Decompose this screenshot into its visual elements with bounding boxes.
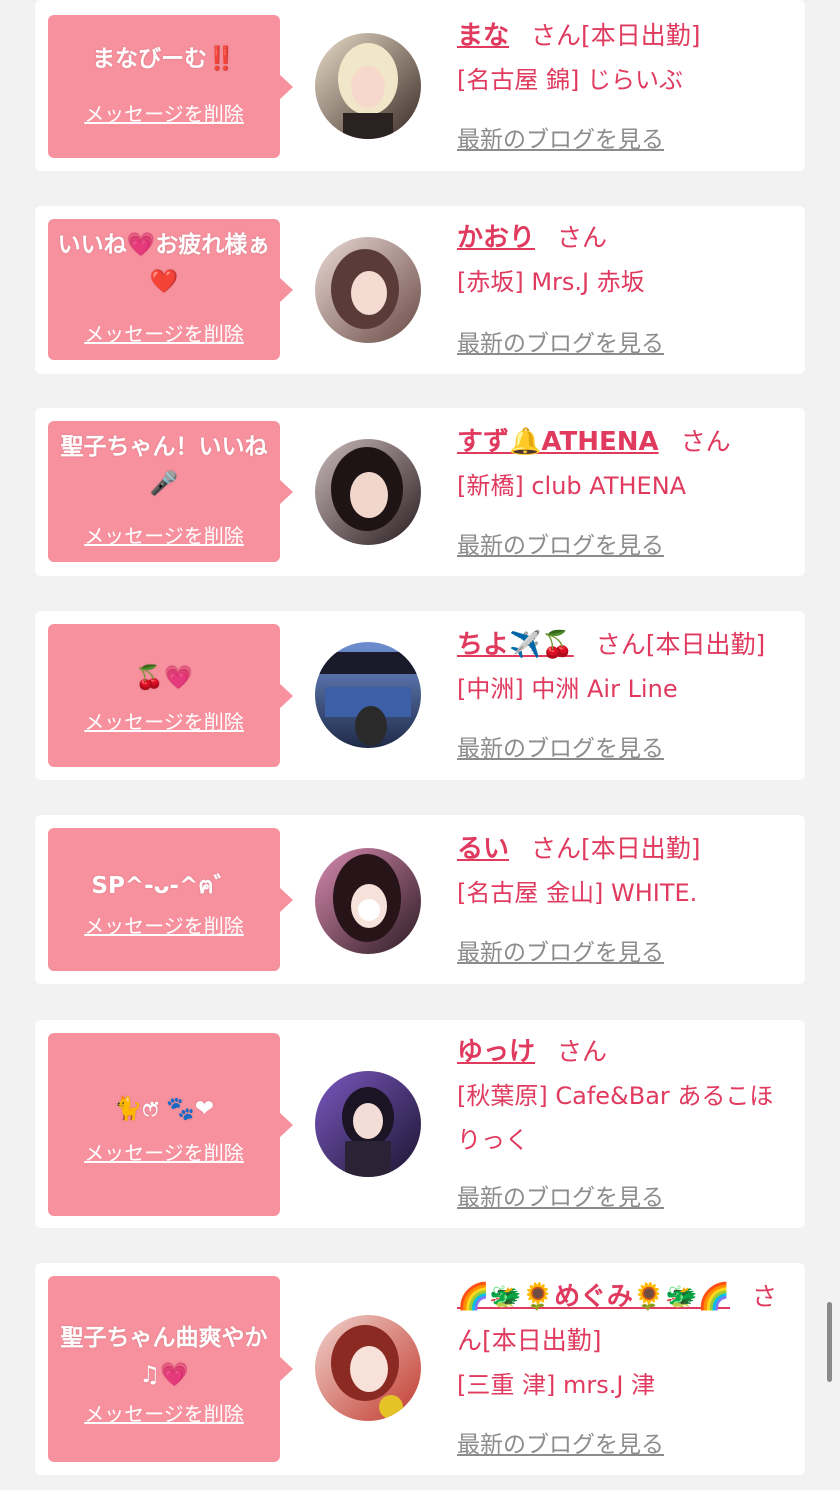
honorific: さん (557, 1037, 608, 1066)
cast-name-link[interactable]: かおり (457, 223, 535, 253)
message-bubble: 🐈ෆ̈ 🐾❤ メッセージを削除 (48, 1033, 293, 1216)
cast-name-link[interactable]: すず🔔ATHENA (457, 427, 659, 457)
status-badge: [本日出勤] (482, 1326, 602, 1355)
latest-blog-link[interactable]: 最新のブログを見る (457, 324, 664, 358)
message-text: まなびーむ‼️ (92, 46, 236, 72)
shop-label: [中洲] 中洲 Air Line (457, 675, 678, 703)
delete-message-link[interactable]: メッセージを削除 (48, 520, 280, 549)
shop-label: [名古屋 錦] じらいぶ (457, 66, 683, 94)
shop-label: [三重 津] mrs.J 津 (457, 1371, 656, 1399)
delete-message-link[interactable]: メッセージを削除 (48, 706, 280, 735)
cast-info: すず🔔ATHENA さん [新橋] club ATHENA 最新のブログを見る (457, 420, 797, 559)
cast-info: ゆっけ さん [秋葉原] Cafe&Bar あるこほりっく 最新のブログを見る (457, 1030, 797, 1211)
shop-label: [赤坂] Mrs.J 赤坂 (457, 268, 645, 296)
shop-label: [名古屋 金山] WHITE. (457, 879, 698, 907)
message-bubble: まなびーむ‼️ メッセージを削除 (48, 15, 293, 158)
message-bubble: 🍒💗 メッセージを削除 (48, 624, 293, 767)
message-bubble: いいね💗お疲れ様ぁ❤️ メッセージを削除 (48, 219, 293, 360)
message-text: 聖子ちゃん曲爽やか♫💗 (60, 1325, 268, 1388)
avatar[interactable] (315, 848, 421, 954)
scrollbar[interactable] (827, 1302, 832, 1382)
honorific: さん (680, 427, 731, 456)
delete-message-link[interactable]: メッセージを削除 (48, 1398, 280, 1427)
shop-label: [秋葉原] Cafe&Bar あるこほりっく (457, 1082, 774, 1154)
list-item: 🍒💗 メッセージを削除 ちよ✈️🍒 さん[本日出勤] [中洲] 中洲 Air Li… (35, 611, 805, 780)
status-badge: [本日出勤] (645, 630, 766, 659)
latest-blog-link[interactable]: 最新のブログを見る (457, 933, 664, 967)
message-bubble: 聖子ちゃん曲爽やか♫💗 メッセージを削除 (48, 1276, 293, 1462)
status-badge: [本日出勤] (581, 834, 701, 863)
cast-info: かおり さん [赤坂] Mrs.J 赤坂 最新のブログを見る (457, 216, 797, 357)
list-item: まなびーむ‼️ メッセージを削除 まな さん[本日出勤] [名古屋 錦] じらいぶ… (35, 0, 805, 171)
avatar[interactable] (315, 33, 421, 139)
delete-message-link[interactable]: メッセージを削除 (48, 98, 280, 127)
message-bubble: 聖子ちゃん！いいね🎤 メッセージを削除 (48, 421, 293, 562)
status-badge: [本日出勤] (581, 21, 701, 50)
list-item: 🐈ෆ̈ 🐾❤ メッセージを削除 ゆっけ さん [秋葉原] Cafe&Bar あるこ… (35, 1020, 805, 1228)
honorific: さん (595, 630, 646, 659)
list-item: 聖子ちゃん曲爽やか♫💗 メッセージを削除 🌈🐲🌻めぐみ🌻🐲🌈 さん[本日出勤] [… (35, 1263, 805, 1475)
avatar[interactable] (315, 642, 421, 748)
message-text: SP^-ᴗ-^ฅ゛ (91, 873, 237, 899)
list-item: いいね💗お疲れ様ぁ❤️ メッセージを削除 かおり さん [赤坂] Mrs.J 赤坂… (35, 206, 805, 374)
latest-blog-link[interactable]: 最新のブログを見る (457, 729, 664, 763)
latest-blog-link[interactable]: 最新のブログを見る (457, 526, 664, 560)
cast-name-link[interactable]: ちよ✈️🍒 (457, 630, 574, 660)
avatar[interactable] (315, 439, 421, 545)
avatar[interactable] (315, 1315, 421, 1421)
latest-blog-link[interactable]: 最新のブログを見る (457, 120, 664, 154)
latest-blog-link[interactable]: 最新のブログを見る (457, 1425, 664, 1459)
cast-name-link[interactable]: るい (457, 834, 509, 864)
list-item: SP^-ᴗ-^ฅ゛ メッセージを削除 るい さん[本日出勤] [名古屋 金山] W… (35, 815, 805, 984)
honorific: さん (557, 223, 608, 252)
message-text: 聖子ちゃん！いいね🎤 (60, 434, 268, 497)
latest-blog-link[interactable]: 最新のブログを見る (457, 1178, 664, 1212)
honorific: さん (531, 834, 582, 863)
cast-info: るい さん[本日出勤] [名古屋 金山] WHITE. 最新のブログを見る (457, 827, 797, 966)
message-bubble: SP^-ᴗ-^ฅ゛ メッセージを削除 (48, 828, 293, 971)
message-text: 🍒💗 (135, 665, 193, 691)
avatar[interactable] (315, 1071, 421, 1177)
cast-name-link[interactable]: まな (457, 21, 509, 51)
message-text: 🐈ෆ̈ 🐾❤ (113, 1096, 215, 1122)
cast-info: まな さん[本日出勤] [名古屋 錦] じらいぶ 最新のブログを見る (457, 14, 797, 153)
cast-info: 🌈🐲🌻めぐみ🌻🐲🌈 さん[本日出勤] [三重 津] mrs.J 津 最新のブログを… (457, 1275, 797, 1458)
avatar[interactable] (315, 237, 421, 343)
shop-label: [新橋] club ATHENA (457, 472, 687, 500)
delete-message-link[interactable]: メッセージを削除 (48, 1137, 280, 1166)
cast-name-link[interactable]: ゆっけ (457, 1037, 535, 1067)
list-item: 聖子ちゃん！いいね🎤 メッセージを削除 すず🔔ATHENA さん [新橋] clu… (35, 408, 805, 576)
delete-message-link[interactable]: メッセージを削除 (48, 910, 280, 939)
delete-message-link[interactable]: メッセージを削除 (48, 318, 280, 347)
honorific: さん (531, 21, 582, 50)
cast-name-link[interactable]: 🌈🐲🌻めぐみ🌻🐲🌈 (457, 1282, 730, 1312)
cast-info: ちよ✈️🍒 さん[本日出勤] [中洲] 中洲 Air Line 最新のブログを見る (457, 623, 797, 762)
message-text: いいね💗お疲れ様ぁ❤️ (57, 232, 271, 295)
